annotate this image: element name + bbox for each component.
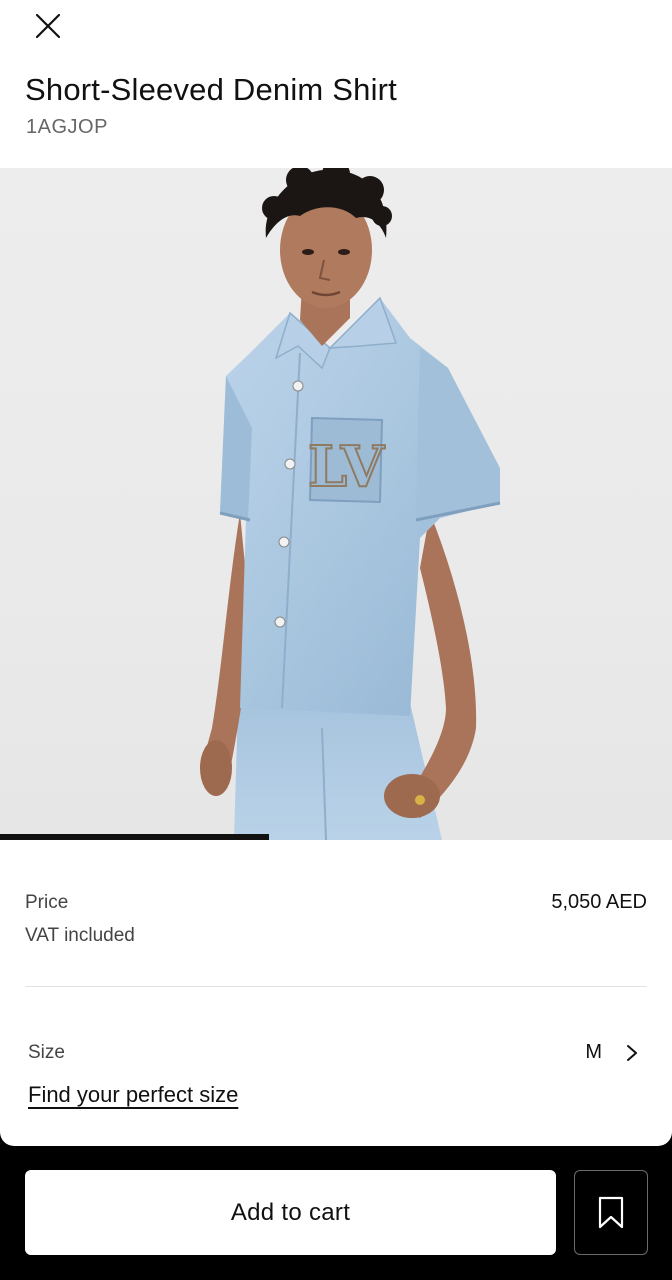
product-image[interactable]: LV — [0, 168, 672, 840]
close-icon — [35, 13, 61, 39]
close-button[interactable] — [28, 6, 68, 46]
svg-text:LV: LV — [308, 434, 386, 500]
gallery-progress — [0, 834, 672, 840]
product-title: Short-Sleeved Denim Shirt — [25, 72, 397, 107]
price-value: 5,050 AED — [551, 891, 647, 913]
add-to-cart-button[interactable]: Add to cart — [25, 1170, 556, 1255]
wishlist-button[interactable] — [574, 1170, 648, 1255]
bookmark-icon — [598, 1196, 624, 1228]
product-sheet: Short-Sleeved Denim Shirt 1AGJOP LV Pric… — [0, 0, 672, 1146]
gallery-progress-fill — [0, 834, 269, 840]
vat-note: VAT included — [25, 925, 135, 946]
chevron-right-icon — [627, 1045, 637, 1061]
divider — [25, 986, 647, 987]
product-sku: 1AGJOP — [26, 116, 108, 138]
selected-size: M — [585, 1041, 602, 1063]
size-selector[interactable]: Size M — [0, 1028, 672, 1078]
denim-shirt-model-image: LV — [200, 168, 501, 840]
size-label: Size — [28, 1042, 65, 1063]
find-size-link[interactable]: Find your perfect size — [28, 1082, 238, 1108]
price-label: Price — [25, 892, 69, 913]
